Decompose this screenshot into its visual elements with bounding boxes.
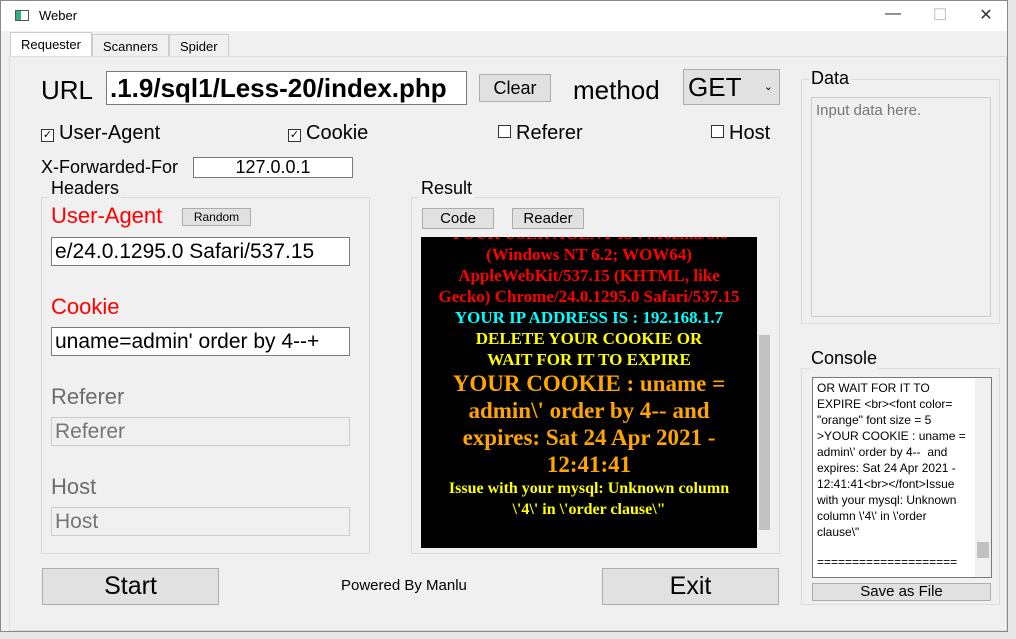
checkbox-icon	[711, 125, 724, 138]
checkbox-label: Referer	[516, 122, 583, 144]
xff-input[interactable]	[193, 157, 353, 178]
result-view: YOUR USER AGENT IS : Mozilla/5.0 (Window…	[421, 237, 757, 548]
exit-button[interactable]: Exit	[602, 568, 779, 605]
cookie-checkbox[interactable]: ✓ Cookie	[288, 122, 368, 145]
host-input[interactable]	[51, 507, 350, 536]
tab-requester[interactable]: Requester	[10, 32, 92, 57]
result-delete-cookie: DELETE YOUR COOKIE OR WAIT FOR IT TO EXP…	[475, 329, 703, 369]
result-user-agent: YOUR USER AGENT IS : Mozilla/5.0 (Window…	[438, 237, 740, 306]
scroll-thumb[interactable]	[759, 335, 770, 530]
console-text: OR WAIT FOR IT TO EXPIRE <br><font color…	[817, 381, 970, 539]
console-separator: ====================	[817, 555, 958, 569]
close-button[interactable]: ✕	[971, 5, 1001, 25]
headers-title: Headers	[49, 178, 122, 199]
app-icon	[15, 10, 29, 21]
code-button[interactable]: Code	[422, 208, 494, 229]
title-bar: Weber — ☐ ✕	[1, 1, 1007, 31]
checkbox-icon: ✓	[288, 129, 301, 142]
checkbox-label: Cookie	[306, 122, 369, 144]
result-error: Issue with your mysql: Unknown column \'…	[448, 480, 730, 518]
data-input[interactable]	[811, 97, 991, 317]
user-agent-input[interactable]	[51, 237, 350, 266]
result-scrollbar[interactable]	[757, 237, 771, 548]
clear-button[interactable]: Clear	[479, 74, 551, 102]
method-value: GET	[688, 72, 742, 102]
cookie-input[interactable]	[51, 327, 350, 356]
checkbox-label: User-Agent	[59, 122, 161, 144]
checkbox-icon	[498, 125, 511, 138]
xff-label: X-Forwarded-For	[41, 157, 179, 177]
tab-scanners[interactable]: Scanners	[92, 34, 169, 56]
tab-spider[interactable]: Spider	[169, 34, 229, 56]
save-as-file-button[interactable]: Save as File	[812, 583, 991, 601]
host-header-label: Host	[51, 474, 97, 499]
user-agent-checkbox[interactable]: ✓ User-Agent	[41, 122, 160, 145]
window-title: Weber	[39, 8, 78, 23]
console-scrollbar[interactable]	[975, 378, 991, 577]
powered-by-label: Powered By Manlu	[341, 577, 467, 594]
referer-header-label: Referer	[51, 384, 125, 409]
referer-checkbox[interactable]: Referer	[498, 122, 583, 145]
url-input[interactable]	[106, 71, 467, 105]
url-label: URL	[41, 75, 94, 105]
weber-window: Weber — ☐ ✕ Requester Scanners Spider UR…	[0, 0, 1008, 632]
reader-button[interactable]: Reader	[512, 208, 584, 229]
method-select[interactable]: GET ⌄	[683, 69, 780, 105]
referer-input[interactable]	[51, 417, 350, 446]
result-ip: YOUR IP ADDRESS IS : 192.168.1.7	[454, 308, 724, 327]
console-output[interactable]: OR WAIT FOR IT TO EXPIRE <br><font color…	[812, 377, 992, 578]
cookie-header-label: Cookie	[51, 294, 120, 319]
checkbox-label: Host	[729, 122, 771, 144]
maximize-button[interactable]: ☐	[925, 5, 955, 25]
minimize-button[interactable]: —	[878, 5, 908, 23]
data-title: Data	[809, 68, 852, 89]
scroll-thumb[interactable]	[977, 542, 989, 558]
chevron-down-icon: ⌄	[763, 81, 773, 93]
result-cookie: YOUR COOKIE : uname = admin\' order by 4…	[452, 371, 726, 477]
checkbox-icon: ✓	[41, 129, 54, 142]
method-label: method	[573, 75, 660, 105]
console-title: Console	[809, 348, 880, 369]
start-button[interactable]: Start	[42, 568, 219, 605]
user-agent-header-label: User-Agent	[51, 203, 163, 228]
result-title: Result	[419, 178, 475, 199]
host-checkbox[interactable]: Host	[711, 122, 770, 145]
random-button[interactable]: Random	[182, 208, 251, 226]
